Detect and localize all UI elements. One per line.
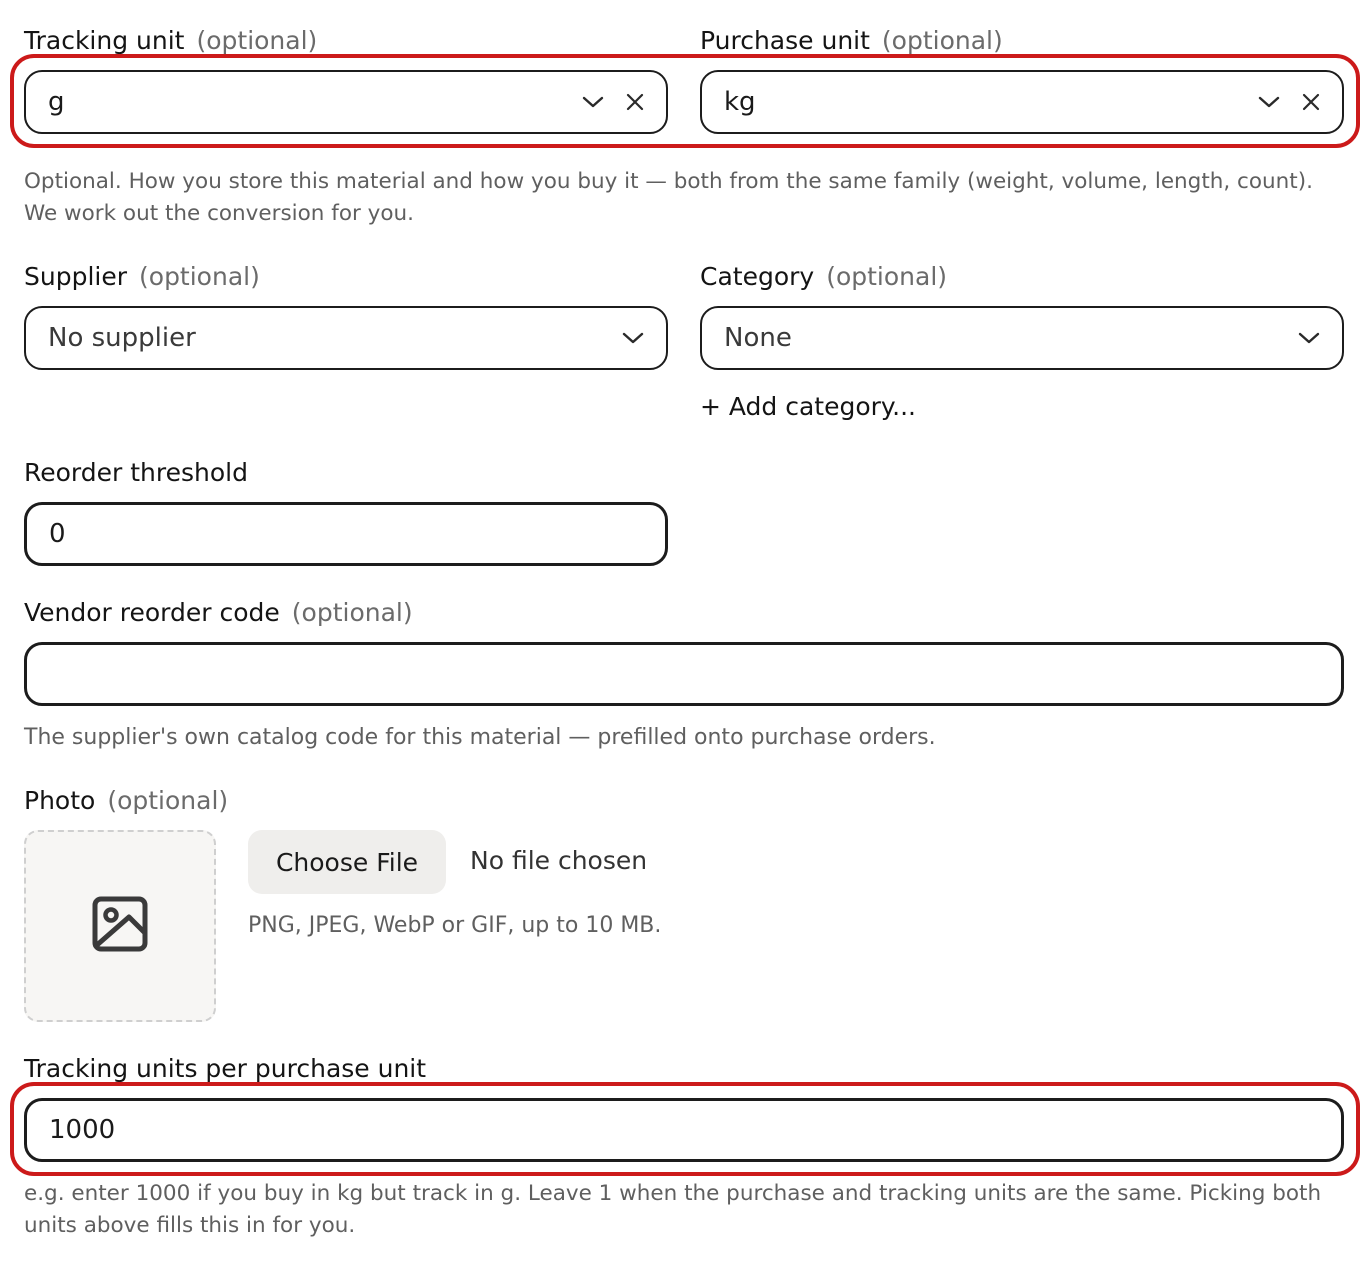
supplier-label: Supplier (optional) (24, 262, 260, 291)
purchase-unit-select[interactable]: kg (700, 70, 1344, 134)
photo-optional: (optional) (107, 786, 229, 815)
reorder-threshold-input[interactable]: 0 (24, 502, 668, 566)
clear-icon[interactable] (626, 93, 644, 111)
category-select[interactable]: None (700, 306, 1344, 370)
chevron-down-icon[interactable] (1298, 331, 1320, 345)
chevron-down-icon[interactable] (1258, 95, 1280, 109)
purchase-unit-optional: (optional) (881, 26, 1003, 55)
supplier-select[interactable]: No supplier (24, 306, 668, 370)
conversion-label: Tracking units per purchase unit (24, 1054, 427, 1083)
chevron-down-icon[interactable] (622, 331, 644, 345)
supplier-value: No supplier (48, 323, 196, 353)
reorder-threshold-label: Reorder threshold (24, 458, 248, 487)
photo-help: PNG, JPEG, WebP or GIF, up to 10 MB. (248, 913, 662, 938)
vendor-code-help: The supplier's own catalog code for this… (24, 725, 936, 750)
vendor-code-input[interactable] (24, 642, 1344, 706)
units-help: Optional. How you store this material an… (24, 169, 1313, 226)
purchase-unit-value: kg (724, 87, 756, 117)
category-value: None (724, 323, 792, 353)
supplier-optional: (optional) (139, 262, 260, 291)
image-icon (91, 895, 149, 957)
tracking-unit-optional: (optional) (196, 26, 318, 55)
add-category-link[interactable]: + Add category... (700, 392, 916, 421)
choose-file-button[interactable]: Choose File (248, 830, 446, 894)
clear-icon[interactable] (1302, 93, 1320, 111)
conversion-value: 1000 (49, 1115, 116, 1145)
conversion-input[interactable]: 1000 (24, 1098, 1344, 1162)
tracking-unit-select[interactable]: g (24, 70, 668, 134)
photo-preview (24, 830, 216, 1022)
category-optional: (optional) (826, 262, 948, 291)
photo-label: Photo (optional) (24, 786, 229, 815)
tracking-unit-value: g (48, 87, 65, 117)
category-label: Category (optional) (700, 262, 948, 291)
no-file-text: No file chosen (470, 846, 648, 875)
vendor-code-optional: (optional) (291, 598, 413, 627)
tracking-unit-label: Tracking unit (optional) (24, 26, 318, 55)
reorder-threshold-value: 0 (49, 519, 66, 549)
conversion-help: e.g. enter 1000 if you buy in kg but tra… (24, 1181, 1322, 1238)
vendor-code-label: Vendor reorder code (optional) (24, 598, 413, 627)
purchase-unit-label: Purchase unit (optional) (700, 26, 1003, 55)
chevron-down-icon[interactable] (582, 95, 604, 109)
